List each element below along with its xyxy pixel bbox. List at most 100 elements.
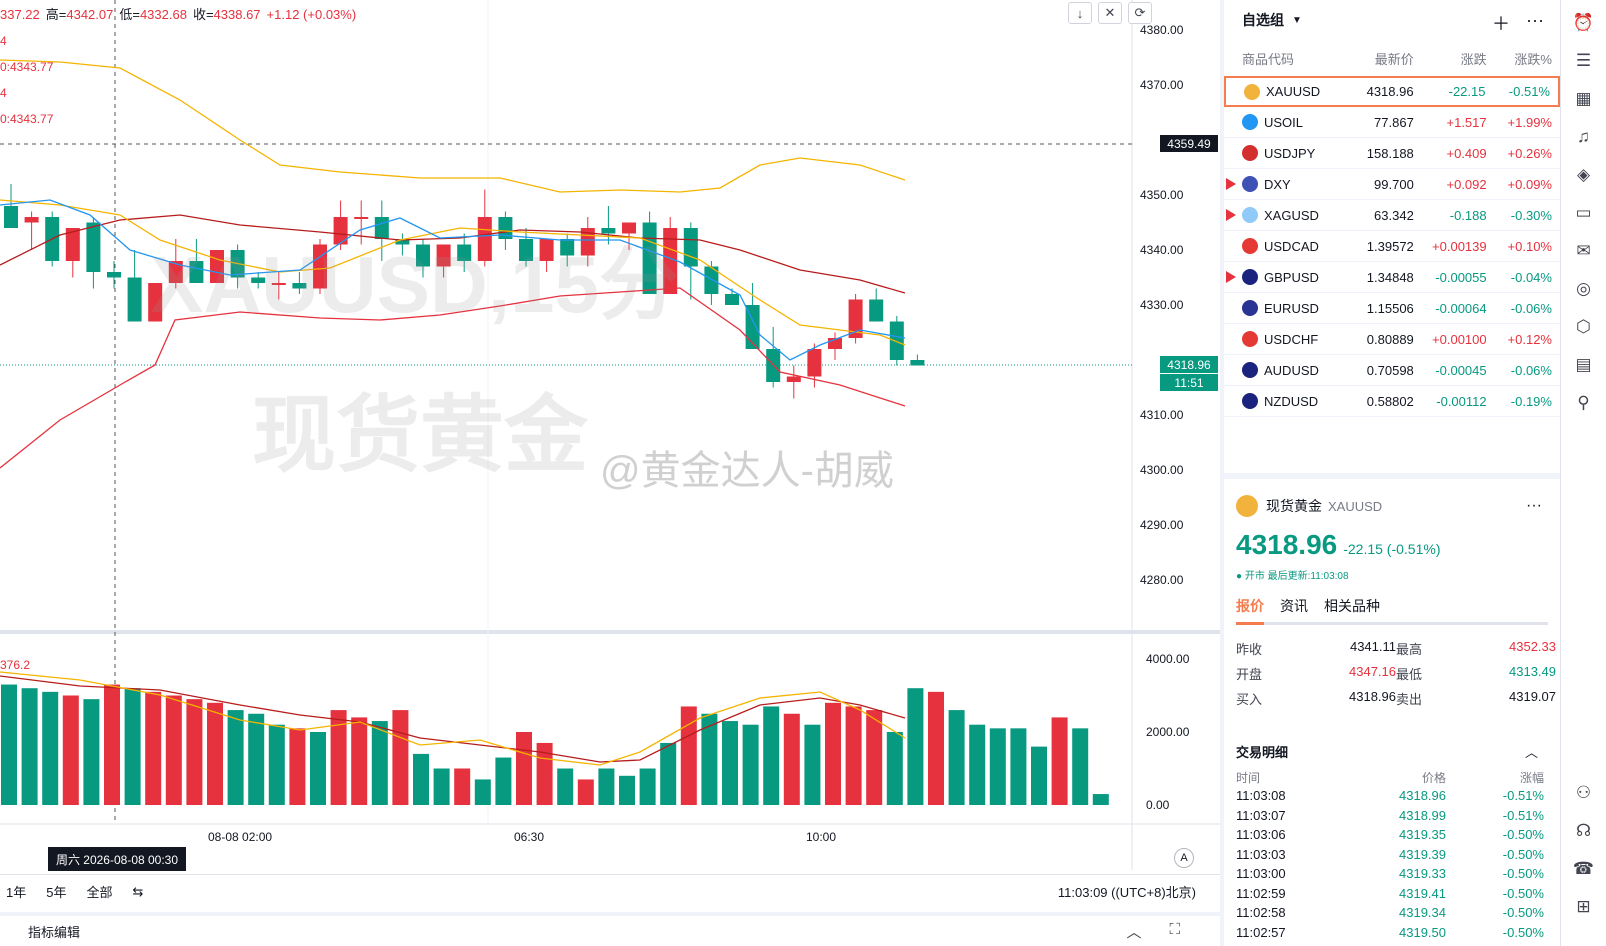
flag-icon[interactable] (1226, 209, 1236, 221)
video-icon[interactable]: ▭ (1569, 198, 1599, 228)
col-percent[interactable]: 涨跌% (1487, 49, 1552, 68)
indicator-legend-1: 4 (0, 34, 7, 48)
watchlist-row-dxy[interactable]: DXY 99.700 +0.092 +0.09% (1224, 169, 1560, 200)
candle-body (683, 228, 698, 267)
add-symbol-icon[interactable]: ＋ (1492, 10, 1510, 36)
watchlist-row-usdcad[interactable]: USDCAD 1.39572 +0.00139 +0.10% (1224, 231, 1560, 262)
watchlist-row-usdchf[interactable]: USDCHF 0.80889 +0.00100 +0.12% (1224, 324, 1560, 355)
candle-body (601, 228, 616, 234)
target-icon[interactable]: ◎ (1569, 274, 1599, 304)
volume-bar (1, 684, 17, 805)
trade-price: 4319.39 (1399, 846, 1446, 862)
more-icon[interactable]: ··· (1526, 497, 1542, 515)
watchlist-row-xagusd[interactable]: XAGUSD 63.342 -0.188 -0.30% (1224, 200, 1560, 231)
close-label: 收= (192, 7, 214, 22)
range-5y[interactable]: 5年 (46, 882, 66, 901)
symbol-name: USOIL (1264, 114, 1304, 130)
cube-icon[interactable]: ⬡ (1569, 312, 1599, 342)
candle-body (107, 272, 121, 278)
chat-icon[interactable]: ✉ (1569, 236, 1599, 266)
close-button[interactable]: ✕ (1098, 2, 1122, 24)
more-icon[interactable]: ··· (1526, 10, 1544, 36)
symbol-name: USDCAD (1264, 238, 1319, 254)
watchlist-row-usdjpy[interactable]: USDJPY 158.188 +0.409 +0.26% (1224, 138, 1560, 169)
alert-icon[interactable]: ⏰ (1569, 8, 1599, 38)
candle-body (127, 277, 142, 322)
chevron-down-icon[interactable]: ▼ (1292, 15, 1302, 26)
last-price: 1.39572 (1366, 238, 1414, 254)
high-label: 高= (45, 7, 67, 22)
tab-quote[interactable]: 报价 (1236, 596, 1264, 625)
indicator-edit-label[interactable]: 指标编辑 (28, 922, 80, 941)
trades-columns: 时间 价格 涨幅 (1236, 769, 1548, 786)
tab-news[interactable]: 资讯 (1280, 596, 1308, 616)
candle-body (271, 283, 286, 285)
grid-icon[interactable]: ▤ (1569, 350, 1599, 380)
watchlist-row-audusd[interactable]: AUDUSD 0.70598 -0.00045 -0.06% (1224, 355, 1560, 386)
flag-icon[interactable] (1226, 271, 1236, 283)
volume-bar (454, 768, 471, 805)
handshake-icon[interactable]: ⚇ (1569, 778, 1599, 808)
last-price-tag: 4318.96 (1160, 356, 1218, 373)
main-chart-svg[interactable]: 4380.00 4370.00 4350.00 4340.00 4330.00 4310.… (0, 0, 1220, 946)
reset-button[interactable]: ⟳ (1128, 2, 1152, 24)
volume-bar (474, 779, 491, 805)
notification-icon[interactable]: ♫ (1569, 122, 1599, 152)
auto-scale-button[interactable]: A (1174, 848, 1194, 868)
watchlist-title[interactable]: 自选组 (1242, 10, 1284, 30)
grid-apps-icon[interactable]: ⊞ (1569, 892, 1599, 922)
change: +0.092 (1446, 176, 1487, 192)
symbol-icon (1242, 331, 1258, 347)
symbol-icon (1242, 269, 1258, 285)
watchlist-row-gbpusd[interactable]: GBPUSD 1.34848 -0.00055 -0.04% (1224, 262, 1560, 293)
change-percent: -0.51% (1508, 84, 1550, 99)
calendar-icon[interactable]: ▦ (1569, 84, 1599, 114)
symbol-icon (1242, 176, 1258, 192)
candle-body (519, 239, 533, 261)
phone-icon[interactable]: ☎ (1569, 854, 1599, 884)
watchlist-row-nzdusd[interactable]: NZDUSD 0.58802 -0.00112 -0.19% (1224, 386, 1560, 417)
maximize-icon[interactable]: ⛶ (1169, 921, 1180, 942)
volume-bar (598, 768, 615, 805)
col-symbol[interactable]: 商品代码 (1242, 49, 1341, 68)
watchlist-row-usoil[interactable]: USOIL 77.867 +1.517 +1.99% (1224, 107, 1560, 138)
watchlist-row-eurusd[interactable]: EURUSD 1.15506 -0.00064 -0.06% (1224, 293, 1560, 324)
chart-area[interactable]: 4380.00 4370.00 4350.00 4340.00 4330.00 4310.… (0, 0, 1220, 946)
volume-bar (866, 710, 883, 805)
ma-yellow (0, 199, 906, 346)
price-axis-label: 4370.00 (1140, 78, 1184, 92)
date-range-icon[interactable]: ⇆ (132, 884, 143, 900)
candle-body (148, 283, 163, 322)
candle-body (725, 294, 739, 305)
collapse-icon[interactable]: ︿ (1525, 742, 1538, 761)
quote-value: 4347.16 (1349, 664, 1396, 679)
quote-label: 买入 (1236, 692, 1263, 707)
range-1y[interactable]: 1年 (6, 882, 26, 901)
range-all[interactable]: 全部 (86, 882, 112, 901)
watchlist-icon[interactable]: ☰ (1569, 46, 1599, 76)
clock[interactable]: 11:03:09 ((UTC+8)北京) (1058, 882, 1196, 901)
scroll-down-button[interactable]: ↓ (1068, 2, 1092, 24)
candle-body (786, 376, 801, 382)
col-last[interactable]: 最新价 (1341, 49, 1414, 68)
col-change[interactable]: 涨跌 (1414, 49, 1487, 68)
tree-icon[interactable]: ⚲ (1569, 388, 1599, 418)
layers-icon[interactable]: ◈ (1569, 160, 1599, 190)
watchlist-row-xauusd[interactable]: XAUUSD 4318.96 -22.15 -0.51% (1224, 76, 1560, 107)
candle-body (416, 244, 430, 267)
flag-icon[interactable] (1226, 178, 1236, 190)
candle-body (86, 222, 101, 272)
tab-related[interactable]: 相关品种 (1324, 596, 1380, 616)
candle-body (642, 222, 657, 294)
symbol-name: DXY (1264, 176, 1291, 192)
trade-row: 11:03:08 4318.96 -0.51% (1236, 786, 1548, 806)
volume-bar (928, 691, 944, 805)
headset-icon[interactable]: ☊ (1569, 816, 1599, 846)
symbol-icon (1242, 393, 1258, 409)
candle-body (889, 321, 904, 360)
collapse-icon[interactable]: ︿ (1126, 921, 1141, 942)
trade-change: -0.51% (1502, 788, 1544, 804)
volume-bar (248, 713, 265, 805)
countdown-tag: 11:51 (1160, 374, 1218, 391)
trade-row: 11:02:58 4319.34 -0.50% (1236, 903, 1548, 923)
